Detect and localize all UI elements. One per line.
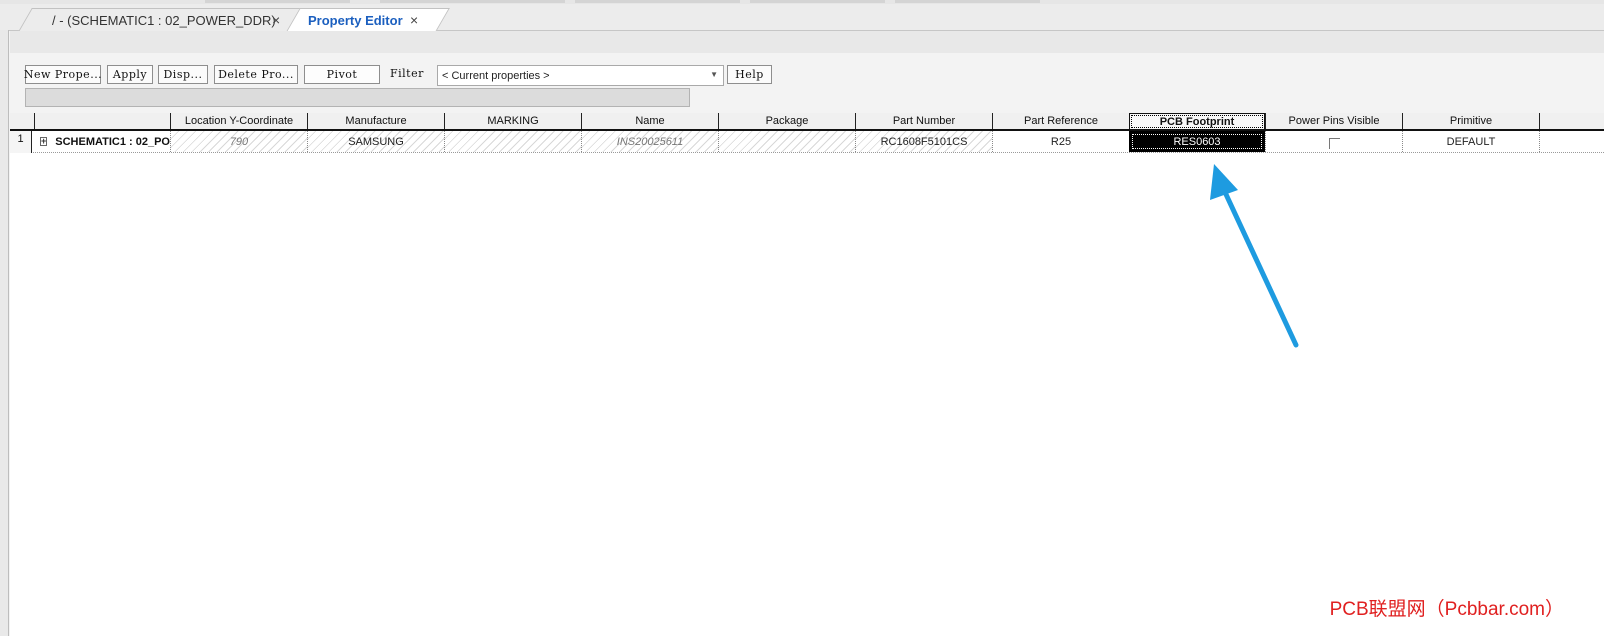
ghost-tab (205, 0, 350, 3)
ghost-tab (750, 0, 885, 3)
header-corner (10, 113, 34, 129)
property-editor-window: / - (SCHEMATIC1 : 02_POWER_DDR) × Proper… (0, 0, 1604, 636)
header-marking[interactable]: MARKING (444, 113, 581, 129)
filter-select[interactable]: < Current properties > ▼ (437, 65, 724, 86)
tab-bar: / - (SCHEMATIC1 : 02_POWER_DDR) × Proper… (0, 4, 1604, 32)
arrow-head (1210, 164, 1238, 200)
tab-schematic-label: / - (SCHEMATIC1 : 02_POWER_DDR) (52, 12, 276, 28)
left-gutter (0, 30, 9, 636)
filter-label: Filter (390, 67, 424, 80)
ghost-tab (895, 0, 1040, 3)
help-button[interactable]: Help (727, 65, 772, 84)
progress-bar (25, 88, 690, 107)
table-row[interactable]: 1 + SCHEMATIC1 : 02_PO 790 SAMSUNG INS20… (10, 131, 1604, 153)
display-button[interactable]: Disp... (158, 65, 208, 84)
arrow-shaft (1221, 187, 1299, 348)
grid-body (10, 113, 1604, 636)
cell-package[interactable] (718, 131, 855, 152)
header-cell-empty[interactable] (1539, 113, 1604, 129)
power-pins-visible-checkbox[interactable] (1328, 137, 1340, 149)
row-title: SCHEMATIC1 : 02_PO (55, 135, 170, 148)
header-part-reference[interactable]: Part Reference (992, 113, 1129, 129)
tab-schematic[interactable]: / - (SCHEMATIC1 : 02_POWER_DDR) × (18, 8, 302, 32)
cell-empty[interactable] (1539, 131, 1604, 152)
cell-name[interactable]: INS20025611 (581, 131, 718, 152)
cell-pcb-footprint[interactable]: RES0603 (1129, 131, 1265, 152)
header-package[interactable]: Package (718, 113, 855, 129)
cell-power-pins-visible[interactable] (1265, 131, 1402, 152)
cell-part-number[interactable]: RC1608F5101CS (855, 131, 992, 152)
header-power-pins-visible[interactable]: Power Pins Visible (1265, 113, 1402, 129)
header-location-y[interactable]: Location Y-Coordinate (170, 113, 307, 129)
header-primitive[interactable]: Primitive (1402, 113, 1539, 129)
row-number[interactable]: 1 (10, 131, 32, 153)
expand-icon[interactable]: + (40, 137, 48, 146)
cell-location-y[interactable]: 790 (170, 131, 307, 152)
ghost-tab (575, 0, 740, 3)
tab-property-editor[interactable]: Property Editor × (286, 8, 450, 32)
close-icon[interactable]: × (272, 13, 280, 27)
row-title-cell[interactable]: + SCHEMATIC1 : 02_PO (34, 131, 170, 152)
header-pcb-footprint[interactable]: PCB Footprint (1129, 113, 1265, 130)
new-property-button[interactable]: New Prope... (24, 65, 102, 84)
cell-primitive[interactable]: DEFAULT (1402, 131, 1539, 152)
annotation-arrow (1210, 164, 1299, 348)
apply-button[interactable]: Apply (107, 65, 153, 84)
delete-property-button[interactable]: Delete Pro... (214, 65, 298, 84)
filter-select-value: < Current properties > (442, 69, 550, 82)
grid-header-row: Location Y-Coordinate Manufacture MARKIN… (10, 113, 1604, 131)
tab-property-editor-label: Property Editor (308, 12, 403, 28)
header-manufacture[interactable]: Manufacture (307, 113, 444, 129)
watermark: PCB联盟网（Pcbbar.com） (1329, 599, 1564, 620)
close-icon[interactable]: × (410, 13, 418, 27)
toolbar-band (10, 31, 1604, 53)
cell-marking[interactable] (444, 131, 581, 152)
pivot-button[interactable]: Pivot (304, 65, 380, 84)
cell-manufacture[interactable]: SAMSUNG (307, 131, 444, 152)
header-cell-empty[interactable] (34, 113, 170, 129)
cell-part-reference[interactable]: R25 (992, 131, 1129, 152)
ghost-tab (380, 0, 565, 3)
header-name[interactable]: Name (581, 113, 718, 129)
header-part-number[interactable]: Part Number (855, 113, 992, 129)
chevron-down-icon: ▼ (710, 70, 718, 79)
